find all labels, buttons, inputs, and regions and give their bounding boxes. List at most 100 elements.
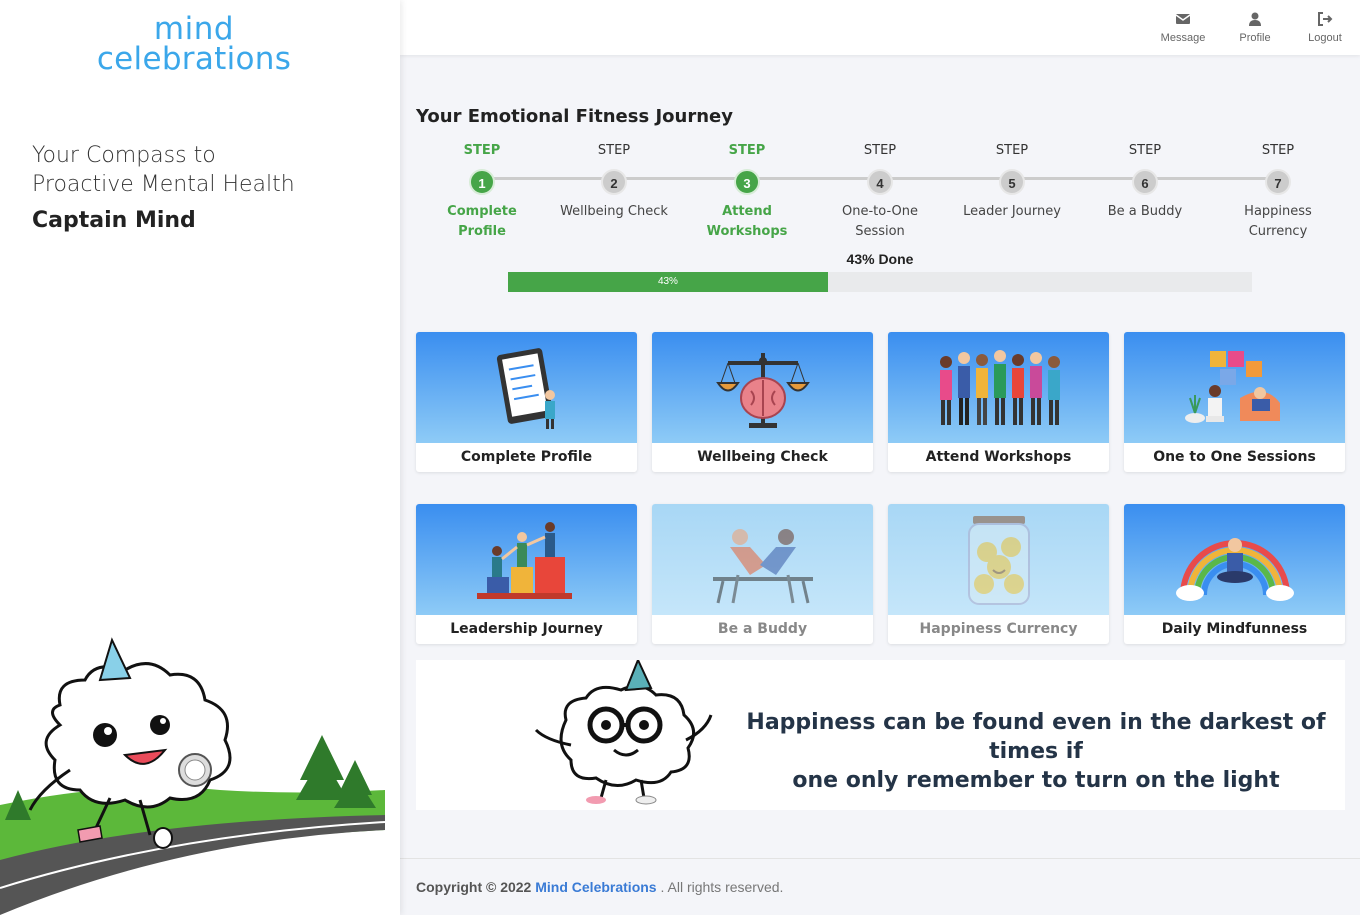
card-title: One to One Sessions: [1153, 449, 1316, 465]
card-image: [888, 332, 1109, 443]
card-image: [652, 332, 873, 443]
card-daily-mindfunness[interactable]: Daily Mindfunness: [1124, 504, 1345, 644]
card-image: [416, 332, 637, 443]
step-label: STEP: [1128, 143, 1162, 158]
step-number: 7: [1265, 169, 1291, 195]
mascot-running-illustration: [0, 637, 386, 915]
card-image: [416, 504, 637, 615]
message-button[interactable]: Message: [1148, 0, 1218, 55]
step-be-a-buddy[interactable]: STEP 6 Be a Buddy: [1080, 142, 1210, 222]
tablet-document-icon: [496, 347, 555, 429]
step-name: Attend Workshops: [682, 202, 812, 242]
tagline-line1: Your Compass to: [32, 143, 216, 168]
progress-bar: 43%: [508, 272, 1252, 292]
step-name: Leader Journey: [947, 202, 1077, 222]
card-title: Leadership Journey: [450, 621, 603, 637]
step-number: 1: [469, 169, 495, 195]
card-image: [888, 504, 1109, 615]
journey-title: Your Emotional Fitness Journey: [416, 106, 733, 127]
card-title: Be a Buddy: [717, 621, 808, 637]
mascot-glasses-illustration: [534, 660, 713, 805]
card-title: Attend Workshops: [925, 449, 1072, 465]
card-image: [1124, 332, 1345, 443]
logout-button[interactable]: Logout: [1290, 0, 1360, 55]
quote-line1: Happiness can be found even in the darke…: [746, 710, 1326, 764]
card-one-to-one-sessions[interactable]: One to One Sessions: [1124, 332, 1345, 472]
logout-label: Logout: [1308, 32, 1342, 44]
card-image: [1124, 504, 1345, 615]
sidebar-tagline: Your Compass to Proactive Mental Health: [32, 141, 295, 199]
step-name-line2: Currency: [1248, 224, 1308, 239]
journey-stepper: STEP 1 Complete Profile STEP 2 Wellbeing …: [416, 142, 1346, 242]
step-name-line2: Session: [855, 224, 905, 239]
step-name-line1: Complete: [447, 204, 517, 219]
step-name-line1: Happiness: [1244, 204, 1312, 219]
step-name-line2: Workshops: [706, 224, 788, 239]
step-name-line1: One-to-One: [842, 204, 918, 219]
smiley-jar-icon: [967, 516, 1030, 605]
brand-logo-line2: celebrations: [96, 41, 292, 77]
top-nav: Message Profile Logout: [1148, 0, 1360, 55]
step-number: 4: [867, 169, 893, 195]
step-complete-profile[interactable]: STEP 1 Complete Profile: [417, 142, 547, 242]
step-label: STEP: [728, 143, 766, 158]
progress-label: 43% Done: [846, 251, 914, 267]
rainbow-meditation-icon: [1175, 537, 1294, 601]
main-content: Your Emotional Fitness Journey STEP 1 Co…: [400, 55, 1360, 915]
step-attend-workshops[interactable]: STEP 3 Attend Workshops: [682, 142, 812, 242]
card-title: Daily Mindfunness: [1161, 621, 1308, 637]
step-number: 6: [1132, 169, 1158, 195]
quote-line2: one only remember to turn on the light: [792, 768, 1280, 793]
step-label: STEP: [463, 143, 501, 158]
step-name: Happiness Currency: [1213, 202, 1343, 242]
message-label: Message: [1160, 32, 1206, 44]
user-name: Captain Mind: [32, 208, 196, 233]
card-leadership-journey[interactable]: Leadership Journey: [416, 504, 637, 644]
footer: Copyright © 2022 Mind Celebrations . All…: [400, 858, 1360, 915]
brand-logo[interactable]: mind celebrations: [84, 11, 304, 77]
company-link[interactable]: Mind Celebrations: [535, 879, 656, 895]
quote-text: Happiness can be found even in the darke…: [746, 708, 1326, 795]
card-be-a-buddy[interactable]: Be a Buddy: [652, 504, 873, 644]
step-number: 2: [601, 169, 627, 195]
profile-button[interactable]: Profile: [1220, 0, 1290, 55]
step-wellbeing-check[interactable]: STEP 2 Wellbeing Check: [549, 142, 679, 222]
card-title: Happiness Currency: [919, 621, 1078, 637]
sidebar: mind celebrations Your Compass to Proact…: [0, 0, 400, 915]
quote-banner: Happiness can be found even in the darke…: [416, 660, 1345, 810]
user-icon: [1249, 12, 1261, 26]
card-title: Wellbeing Check: [697, 449, 828, 465]
copyright-prefix: Copyright © 2022: [416, 879, 532, 895]
step-name-line1: Leader Journey: [963, 204, 1061, 219]
step-label: STEP: [995, 143, 1029, 158]
step-leader-journey[interactable]: STEP 5 Leader Journey: [947, 142, 1077, 222]
brain-scale-icon: [715, 352, 810, 428]
card-attend-workshops[interactable]: Attend Workshops: [888, 332, 1109, 472]
step-name-line1: Be a Buddy: [1107, 204, 1183, 219]
sign-out-icon: [1318, 12, 1333, 26]
group-people-icon: [939, 350, 1060, 425]
copyright-suffix: . All rights reserved.: [660, 879, 784, 895]
step-one-to-one-session[interactable]: STEP 4 One-to-One Session: [815, 142, 945, 242]
profile-label: Profile: [1239, 32, 1271, 44]
card-happiness-currency[interactable]: Happiness Currency: [888, 504, 1109, 644]
envelope-icon: [1175, 14, 1191, 24]
handshake-icon: [712, 528, 813, 603]
step-number: 3: [734, 169, 760, 195]
card-title: Complete Profile: [460, 449, 593, 465]
step-name: Be a Buddy: [1080, 202, 1210, 222]
step-number: 5: [999, 169, 1025, 195]
step-label: STEP: [863, 143, 897, 158]
step-name: Complete Profile: [417, 202, 547, 242]
step-name: One-to-One Session: [815, 202, 945, 242]
step-happiness-currency[interactable]: STEP 7 Happiness Currency: [1213, 142, 1343, 242]
tagline-line2: Proactive Mental Health: [32, 172, 295, 197]
top-bar: Message Profile Logout: [400, 0, 1360, 55]
card-wellbeing-check[interactable]: Wellbeing Check: [652, 332, 873, 472]
card-image: [652, 504, 873, 615]
puzzle-therapy-icon: [1184, 350, 1280, 423]
teamwork-steps-icon: [476, 521, 572, 599]
brand-logo-line1: mind: [153, 11, 235, 47]
card-complete-profile[interactable]: Complete Profile: [416, 332, 637, 472]
step-label: STEP: [1261, 143, 1295, 158]
